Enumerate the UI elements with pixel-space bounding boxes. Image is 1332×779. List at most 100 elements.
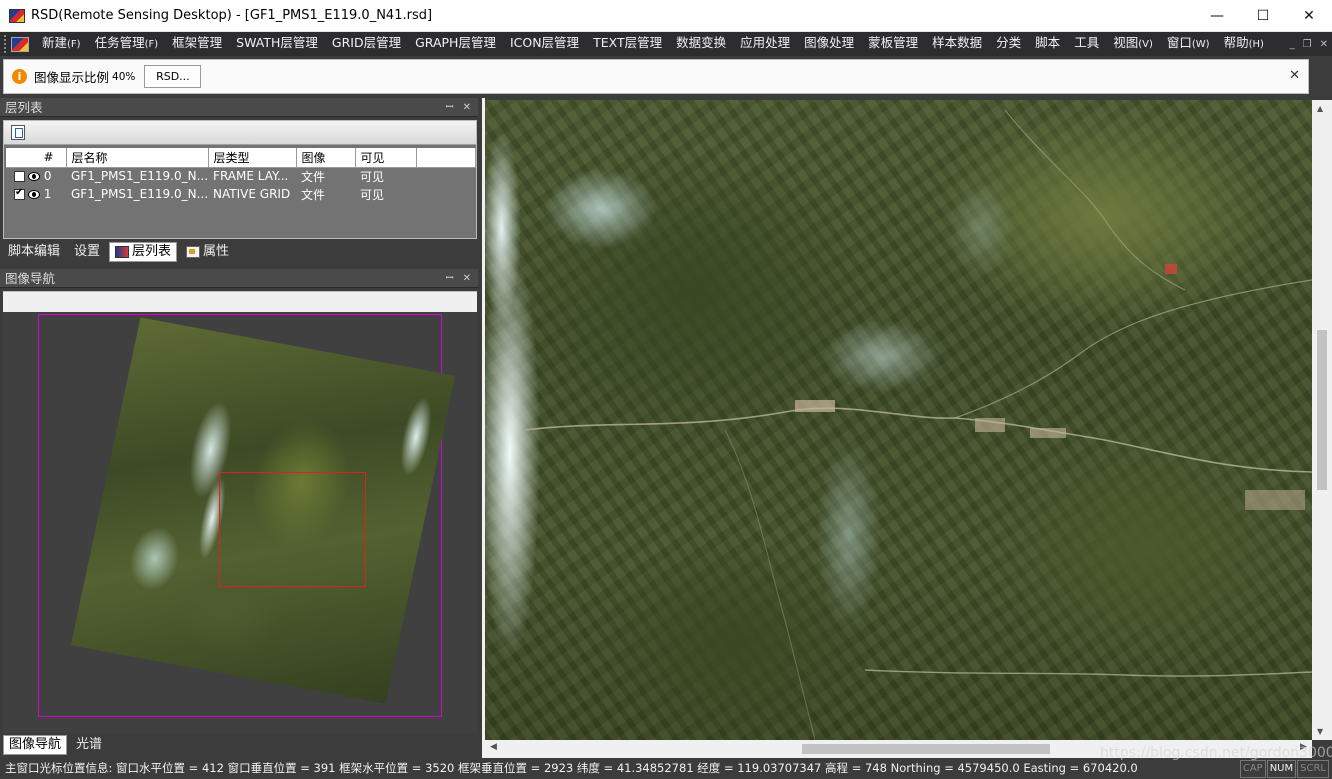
visibility-eye-icon[interactable]: [28, 172, 40, 182]
scroll-left-icon[interactable]: ◀: [490, 742, 497, 752]
layer-panel-title: 层列表: [5, 100, 43, 115]
image-navigator[interactable]: [3, 291, 477, 733]
info-toolbar: i 图像显示比例 40% RSD... ✕: [0, 56, 1332, 98]
mdi-minimize-button[interactable]: _: [1290, 39, 1295, 50]
layer-row[interactable]: 1 GF1_PMS1_E119.0_N... NATIVE GRID 文件 可见: [6, 185, 476, 203]
layer-checkbox[interactable]: [14, 171, 25, 183]
menu-item-label: 视图: [1113, 35, 1139, 50]
menu-item[interactable]: 任务管理(F): [88, 31, 166, 57]
satellite-image[interactable]: [485, 100, 1312, 740]
layer-name-cell: GF1_PMS1_E119.0_N...: [71, 187, 209, 201]
menu-item[interactable]: 新建(F): [35, 31, 88, 57]
menu-item[interactable]: GRID层管理: [325, 31, 408, 57]
visibility-eye-icon[interactable]: [28, 190, 40, 199]
menu-item[interactable]: 应用处理: [733, 31, 797, 57]
menu-item[interactable]: 框架管理: [165, 31, 229, 57]
menu-item[interactable]: 图像处理: [797, 31, 861, 57]
layer-checkbox[interactable]: [14, 187, 25, 200]
layer-row[interactable]: 0 GF1_PMS1_E119.0_N... FRAME LAY... 文件 可见: [6, 167, 476, 185]
image-viewport: ▲ ▼ ◀ ▶: [485, 98, 1332, 758]
layer-type-cell: NATIVE GRID: [213, 187, 291, 201]
menu-item[interactable]: 帮助(H): [1217, 31, 1271, 57]
menu-item[interactable]: GRAPH层管理: [408, 31, 503, 57]
toolbar-grip[interactable]: [4, 35, 8, 53]
caps-lock-indicator: CAP: [1239, 760, 1266, 778]
road-south: [724, 429, 816, 740]
tab-layer-list[interactable]: 层列表: [109, 242, 178, 262]
tab-settings[interactable]: 设置: [69, 242, 105, 262]
menu-item-label: 样本数据: [932, 35, 983, 50]
menu-accelerator: (F): [144, 39, 159, 50]
village: [1245, 490, 1305, 510]
menu-item-label: 新建: [42, 35, 68, 50]
tab-properties[interactable]: 属性: [181, 242, 234, 262]
layer-image-cell: 文件: [301, 187, 326, 202]
menu-bar: 新建(F) 任务管理(F) 框架管理 SWATH层管理 GRID层管理 GRAPH层管理 I…: [0, 32, 1332, 56]
app-logo-icon: [9, 8, 25, 23]
menu-item[interactable]: TEXT层管理: [586, 31, 669, 57]
menu-item-label: GRAPH层管理: [415, 35, 496, 50]
menu-item[interactable]: 数据变换: [669, 31, 733, 57]
menu-item[interactable]: SWATH层管理: [229, 31, 325, 57]
layer-blank-cell: [416, 185, 475, 203]
tab-spectrum[interactable]: 光谱: [71, 735, 107, 755]
cursor-position-info: 主窗口光标位置信息: 窗口水平位置 = 412 窗口垂直位置 = 391 框架水…: [5, 761, 1138, 775]
menu-item[interactable]: 视图(V): [1106, 31, 1160, 57]
window-title: RSD(Remote Sensing Desktop) - [GF1_PMS1_…: [31, 8, 433, 23]
col-layer-type[interactable]: 层类型: [208, 148, 297, 168]
menu-item[interactable]: 窗口(W): [1160, 31, 1217, 57]
menu-item-label: SWATH层管理: [236, 35, 318, 50]
current-view-box[interactable]: [219, 472, 366, 587]
menu-item-label: 任务管理: [94, 35, 145, 50]
tab-label: 设置: [74, 244, 101, 259]
menu-item[interactable]: ICON层管理: [503, 31, 586, 57]
pin-icon[interactable]: ꟷ: [445, 98, 453, 117]
panel-close-icon[interactable]: ✕: [463, 269, 471, 288]
menu-item-label: TEXT层管理: [593, 35, 663, 50]
rsd-button[interactable]: RSD...: [144, 65, 202, 88]
scroll-down-icon[interactable]: ▼: [1317, 727, 1323, 736]
navigator-toolbar: [3, 292, 477, 312]
menu-item[interactable]: 工具: [1067, 31, 1106, 57]
nav-panel-header: 图像导航 ꟷ ✕: [0, 269, 478, 288]
road-north: [1004, 109, 1186, 291]
scroll-up-icon[interactable]: ▲: [1317, 104, 1323, 113]
vertical-scrollbar[interactable]: ▲ ▼: [1312, 100, 1332, 740]
village: [795, 400, 835, 412]
maximize-button[interactable]: ☐: [1240, 0, 1286, 32]
menu-item[interactable]: 样本数据: [925, 31, 989, 57]
vertical-scroll-thumb[interactable]: [1317, 330, 1327, 490]
minimize-button[interactable]: —: [1194, 0, 1240, 32]
mdi-restore-button[interactable]: ❐: [1303, 39, 1312, 50]
layer-index: 1: [43, 187, 52, 201]
layer-list-icon: [115, 246, 130, 258]
menu-item[interactable]: 脚本: [1028, 31, 1067, 57]
display-scale-label: 图像显示比例: [34, 70, 110, 85]
infobar-close-icon[interactable]: ✕: [1289, 68, 1300, 83]
info-icon: i: [12, 69, 27, 84]
tab-script-editor[interactable]: 脚本编辑: [3, 242, 65, 262]
menu-item[interactable]: 蒙板管理: [861, 31, 925, 57]
close-button[interactable]: ✕: [1286, 0, 1332, 32]
pin-icon[interactable]: ꟷ: [445, 269, 453, 288]
menu-item-label: 分类: [996, 35, 1022, 50]
col-visible[interactable]: 可见: [355, 148, 417, 168]
mdi-close-button[interactable]: ✕: [1320, 39, 1328, 50]
menu-item-label: GRID层管理: [331, 35, 402, 50]
menu-accelerator: (F): [67, 39, 81, 50]
num-lock-indicator: NUM: [1266, 760, 1297, 778]
col-image[interactable]: 图像: [296, 148, 356, 168]
dock-tab-strip: 脚本编辑 设置 层列表 属性: [3, 241, 234, 263]
river-south: [864, 669, 1312, 677]
layer-properties-icon[interactable]: [11, 125, 25, 140]
tab-label: 脚本编辑: [8, 244, 61, 259]
panel-close-icon[interactable]: ✕: [463, 98, 471, 117]
col-layer-name[interactable]: 层名称: [66, 148, 209, 168]
mdi-document-icon[interactable]: [11, 36, 29, 52]
horizontal-scroll-thumb[interactable]: [802, 744, 1050, 754]
frame-extent-box: [38, 314, 456, 717]
red-roof-cluster: [1165, 264, 1177, 274]
col-index[interactable]: #: [6, 148, 67, 168]
menu-item[interactable]: 分类: [989, 31, 1028, 57]
tab-image-navigator[interactable]: 图像导航: [3, 735, 68, 755]
